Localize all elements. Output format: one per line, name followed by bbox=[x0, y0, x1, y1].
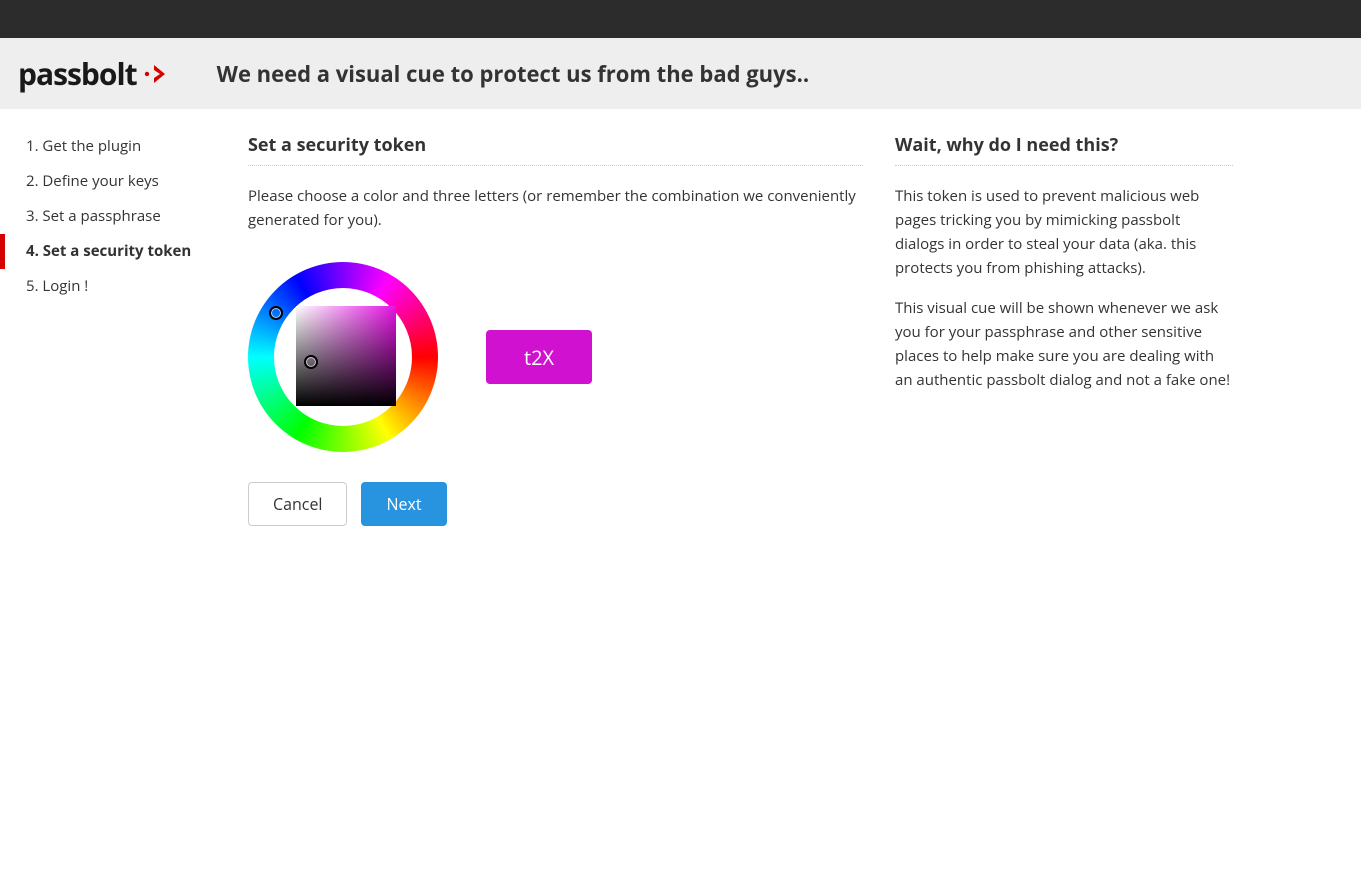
sidebar-item-define-keys[interactable]: 2. Define your keys bbox=[0, 164, 234, 199]
page-title: We need a visual cue to protect us from … bbox=[217, 59, 809, 89]
sidebar-item-get-plugin[interactable]: 1. Get the plugin bbox=[0, 129, 234, 164]
token-preview[interactable]: t2X bbox=[486, 330, 592, 384]
hue-marker[interactable] bbox=[269, 306, 283, 320]
button-row: Cancel Next bbox=[248, 482, 863, 526]
logo: passbolt bbox=[18, 53, 175, 94]
aside-paragraph-2: This visual cue will be shown whenever w… bbox=[895, 296, 1233, 392]
aside-underline bbox=[895, 165, 1233, 166]
picker-row: t2X bbox=[248, 262, 863, 452]
section-title: Set a security token bbox=[248, 133, 863, 157]
instruction-text: Please choose a color and three letters … bbox=[248, 184, 863, 232]
aside-title: Wait, why do I need this? bbox=[895, 133, 1233, 157]
cancel-button[interactable]: Cancel bbox=[248, 482, 347, 526]
arrow-right-icon bbox=[143, 61, 175, 87]
header: passbolt We need a visual cue to protect… bbox=[0, 38, 1361, 109]
logo-text: passbolt bbox=[18, 53, 137, 94]
main: Set a security token Please choose a col… bbox=[234, 109, 1361, 550]
sidebar-item-login[interactable]: 5. Login ! bbox=[0, 269, 234, 304]
content-area: 1. Get the plugin 2. Define your keys 3.… bbox=[0, 109, 1361, 550]
aside: Wait, why do I need this? This token is … bbox=[895, 133, 1233, 526]
sidebar: 1. Get the plugin 2. Define your keys 3.… bbox=[0, 109, 234, 550]
top-bar bbox=[0, 0, 1361, 38]
sv-marker[interactable] bbox=[304, 355, 318, 369]
main-content: Set a security token Please choose a col… bbox=[248, 133, 863, 526]
sidebar-item-security-token[interactable]: 4. Set a security token bbox=[0, 234, 234, 269]
color-picker[interactable] bbox=[248, 262, 438, 452]
aside-paragraph-1: This token is used to prevent malicious … bbox=[895, 184, 1233, 280]
sidebar-item-set-passphrase[interactable]: 3. Set a passphrase bbox=[0, 199, 234, 234]
next-button[interactable]: Next bbox=[361, 482, 446, 526]
title-underline bbox=[248, 165, 863, 166]
